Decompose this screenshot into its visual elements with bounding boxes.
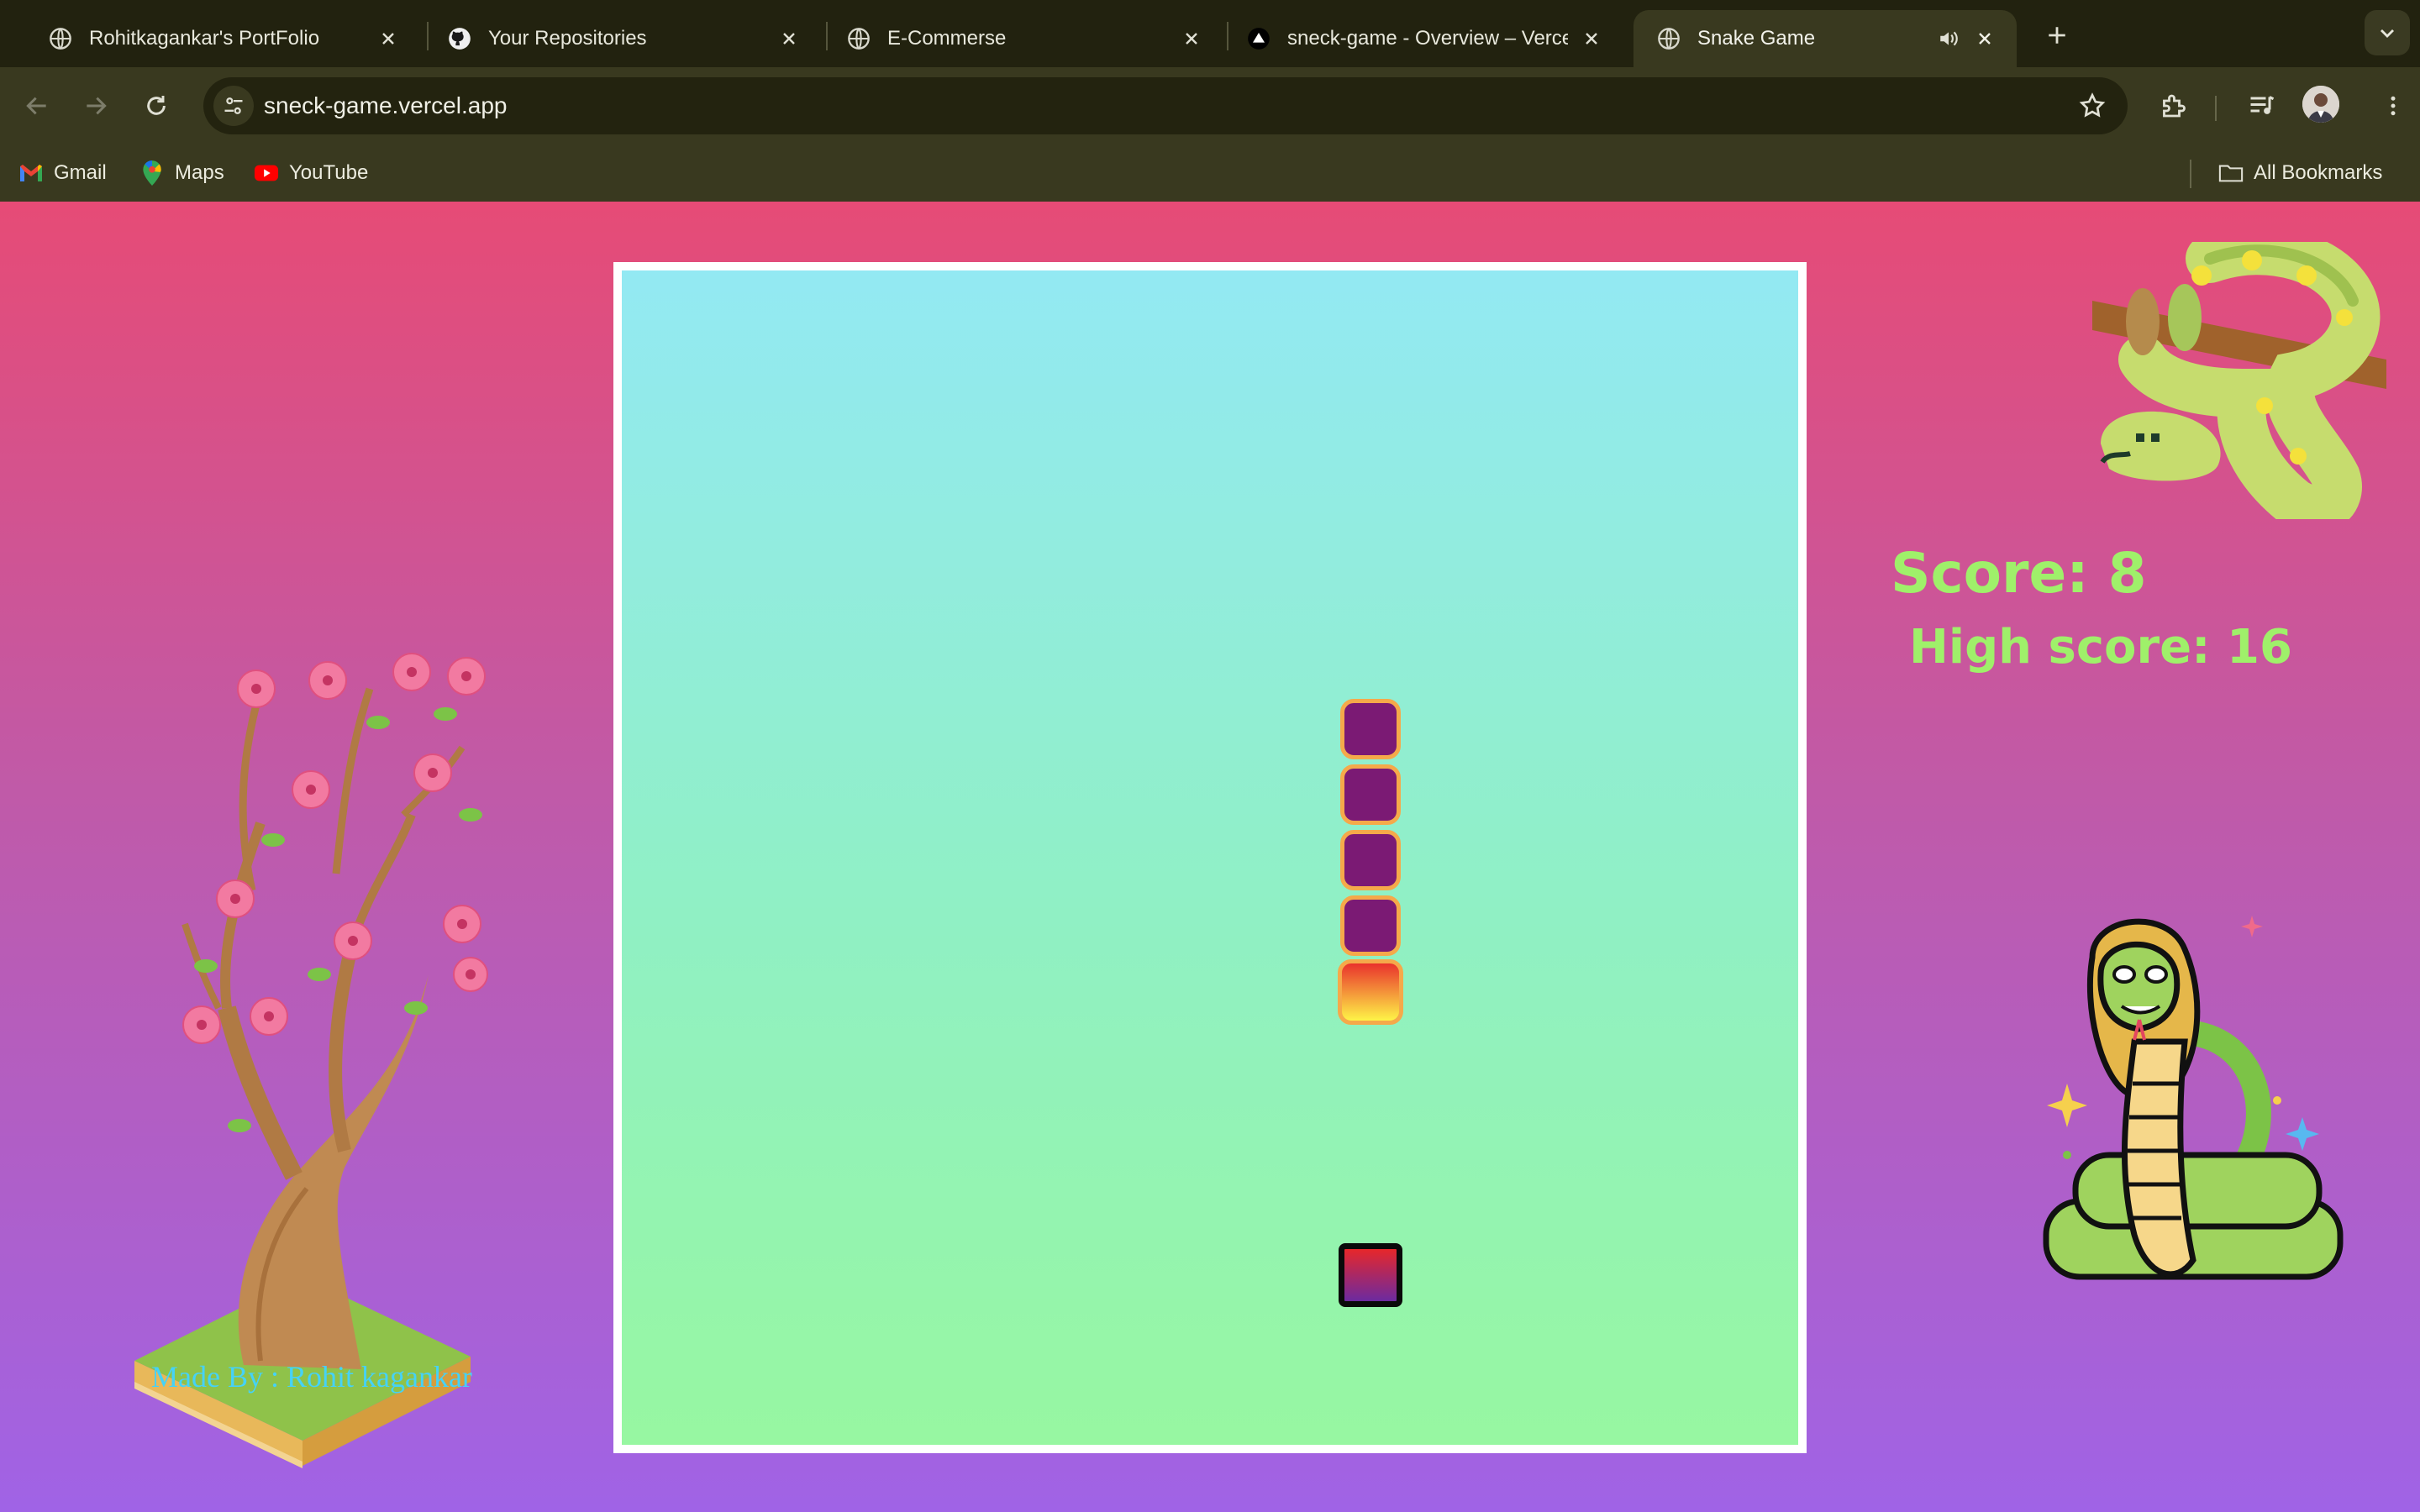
all-bookmarks-button[interactable]: All Bookmarks (2218, 156, 2382, 190)
tab-title: Your Repositories (488, 27, 647, 50)
tab-repositories[interactable]: Your Repositories (424, 10, 821, 67)
speaker-icon[interactable] (1936, 26, 1961, 51)
tab-strip: Rohitkagankar's PortFolio Your Repositor… (0, 0, 2420, 67)
back-button[interactable] (15, 84, 59, 128)
site-info-icon[interactable] (213, 86, 254, 126)
github-icon (448, 27, 471, 50)
food-block (1339, 1243, 1402, 1307)
globe-icon (847, 27, 871, 50)
snake-body-segment (1340, 895, 1401, 956)
bookmark-youtube[interactable]: YouTube (254, 156, 368, 190)
gmail-icon (18, 160, 44, 186)
browser-toolbar: sneck-game.vercel.app (0, 67, 2420, 144)
credit-text: Made By : Rohit kagankar (151, 1360, 472, 1394)
maps-icon (139, 160, 165, 186)
snake-body-segment (1340, 699, 1401, 759)
new-tab-button[interactable] (2039, 17, 2075, 54)
tab-search-button[interactable] (2365, 10, 2410, 55)
forward-button[interactable] (74, 84, 118, 128)
bookmark-gmail[interactable]: Gmail (18, 156, 107, 190)
all-bookmarks-label: All Bookmarks (2254, 161, 2383, 184)
cobra-illustration (2043, 916, 2344, 1280)
profile-avatar[interactable] (2302, 86, 2339, 123)
close-icon[interactable] (1580, 27, 1603, 50)
menu-icon[interactable] (2371, 84, 2415, 128)
close-icon[interactable] (1973, 27, 1996, 50)
tab-title: Snake Game (1697, 27, 1816, 50)
toolbar-divider (2215, 96, 2217, 121)
tab-portfolio[interactable]: Rohitkagankar's PortFolio (25, 10, 420, 67)
snake-on-branch-illustration (2092, 242, 2386, 519)
tab-ecommerse[interactable]: E-Commerse (823, 10, 1223, 67)
bookmark-maps[interactable]: Maps (139, 156, 224, 190)
snake-body-segment (1340, 764, 1401, 825)
tab-snake-game[interactable]: Snake Game (1634, 10, 2017, 67)
bookmark-star-icon[interactable] (2075, 89, 2109, 123)
globe-icon (49, 27, 72, 50)
close-icon[interactable] (1180, 27, 1203, 50)
close-icon[interactable] (376, 27, 400, 50)
bookmarks-divider (2190, 160, 2191, 188)
game-board[interactable] (613, 262, 1807, 1453)
snake-game-page: Made By : Rohit kagankar Score: 8 High s… (0, 202, 2420, 1512)
score-display: Score: 8 (1891, 541, 2147, 606)
folder-icon (2218, 160, 2244, 186)
url-text[interactable]: sneck-game.vercel.app (264, 77, 507, 134)
tab-title: Rohitkagankar's PortFolio (89, 27, 320, 50)
bookmark-label: YouTube (289, 161, 369, 184)
snake-head (1338, 959, 1403, 1025)
reload-button[interactable] (134, 84, 178, 128)
media-control-icon[interactable] (2240, 84, 2284, 128)
bookmark-label: Gmail (54, 161, 107, 184)
globe-icon (1657, 27, 1681, 50)
high-score-display: High score: 16 (1909, 620, 2292, 675)
bookmark-label: Maps (175, 161, 224, 184)
bookmarks-bar: Gmail Maps YouTube All Bookmarks (0, 144, 2420, 202)
close-icon[interactable] (777, 27, 801, 50)
youtube-icon (254, 160, 279, 186)
tab-vercel-overview[interactable]: sneck-game - Overview – Vercel (1223, 10, 1623, 67)
tab-title: E-Commerse (887, 27, 1007, 50)
address-bar[interactable]: sneck-game.vercel.app (203, 77, 2128, 134)
extensions-icon[interactable] (2151, 84, 2195, 128)
tab-title: sneck-game - Overview – Vercel (1287, 27, 1568, 50)
game-canvas[interactable] (622, 270, 1798, 1445)
vercel-icon (1247, 27, 1270, 50)
snake-body-segment (1340, 830, 1401, 890)
